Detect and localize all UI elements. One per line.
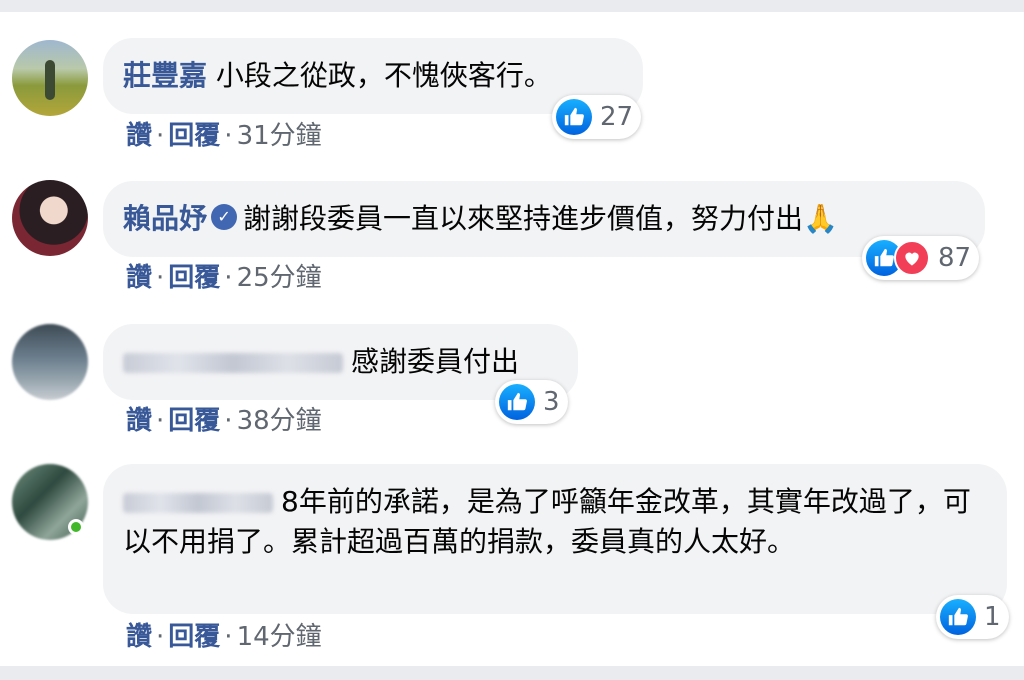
timestamp[interactable]: 14分鐘 (237, 622, 322, 652)
reaction-count: 1 (984, 602, 1001, 632)
like-reaction-icon (556, 99, 592, 135)
reply-link[interactable]: 回覆 (168, 406, 220, 436)
comment-actions: 讚 · 回覆 · 31分鐘 (126, 121, 322, 151)
reaction-count: 27 (600, 102, 634, 132)
like-link[interactable]: 讚 (126, 121, 152, 151)
comment-text: 感謝委員付出 (351, 345, 520, 378)
like-reaction-icon (499, 384, 535, 420)
timestamp[interactable]: 25分鐘 (237, 263, 322, 293)
reply-link[interactable]: 回覆 (168, 121, 220, 151)
comment-bubble: 8年前的承諾，是為了呼籲年金改革，其實年改過了，可以不用捐了。累計超過百萬的捐款… (103, 464, 1007, 614)
comment-text: 謝謝段委員一直以來堅持進步價值，努力付出🙏 (243, 202, 838, 235)
reply-link[interactable]: 回覆 (168, 263, 220, 293)
comment-actions: 讚 · 回覆 · 25分鐘 (126, 263, 322, 293)
like-link[interactable]: 讚 (126, 622, 152, 652)
timestamp[interactable]: 31分鐘 (237, 121, 322, 151)
author-name[interactable]: 莊豐嘉 (123, 59, 207, 92)
reaction-summary[interactable]: 87 (862, 236, 980, 280)
blurred-author-name[interactable] (123, 493, 273, 513)
love-reaction-icon (894, 240, 930, 276)
reaction-summary[interactable]: 3 (495, 380, 568, 424)
top-divider (0, 0, 1024, 12)
avatar[interactable] (12, 324, 88, 400)
like-link[interactable]: 讚 (126, 406, 152, 436)
comment-text: 小段之從政，不愧俠客行。 (215, 59, 552, 92)
bottom-divider (0, 666, 1024, 680)
author-name[interactable]: 賴品妤 (123, 202, 207, 235)
avatar[interactable] (12, 40, 88, 116)
comment-actions: 讚 · 回覆 · 14分鐘 (126, 622, 322, 652)
reaction-count: 87 (938, 243, 972, 273)
blurred-author-name[interactable] (123, 353, 343, 373)
avatar[interactable] (12, 180, 88, 256)
reaction-count: 3 (543, 387, 560, 417)
comment-bubble: 賴品妤 ✓ 謝謝段委員一直以來堅持進步價值，努力付出🙏 (103, 181, 985, 257)
reaction-summary[interactable]: 1 (936, 595, 1009, 639)
timestamp[interactable]: 38分鐘 (237, 406, 322, 436)
like-reaction-icon (940, 599, 976, 635)
comment-actions: 讚 · 回覆 · 38分鐘 (126, 406, 322, 436)
reply-link[interactable]: 回覆 (168, 622, 220, 652)
online-status-icon (68, 519, 84, 535)
like-link[interactable]: 讚 (126, 263, 152, 293)
verified-badge-icon: ✓ (211, 204, 238, 230)
reaction-summary[interactable]: 27 (552, 95, 642, 139)
